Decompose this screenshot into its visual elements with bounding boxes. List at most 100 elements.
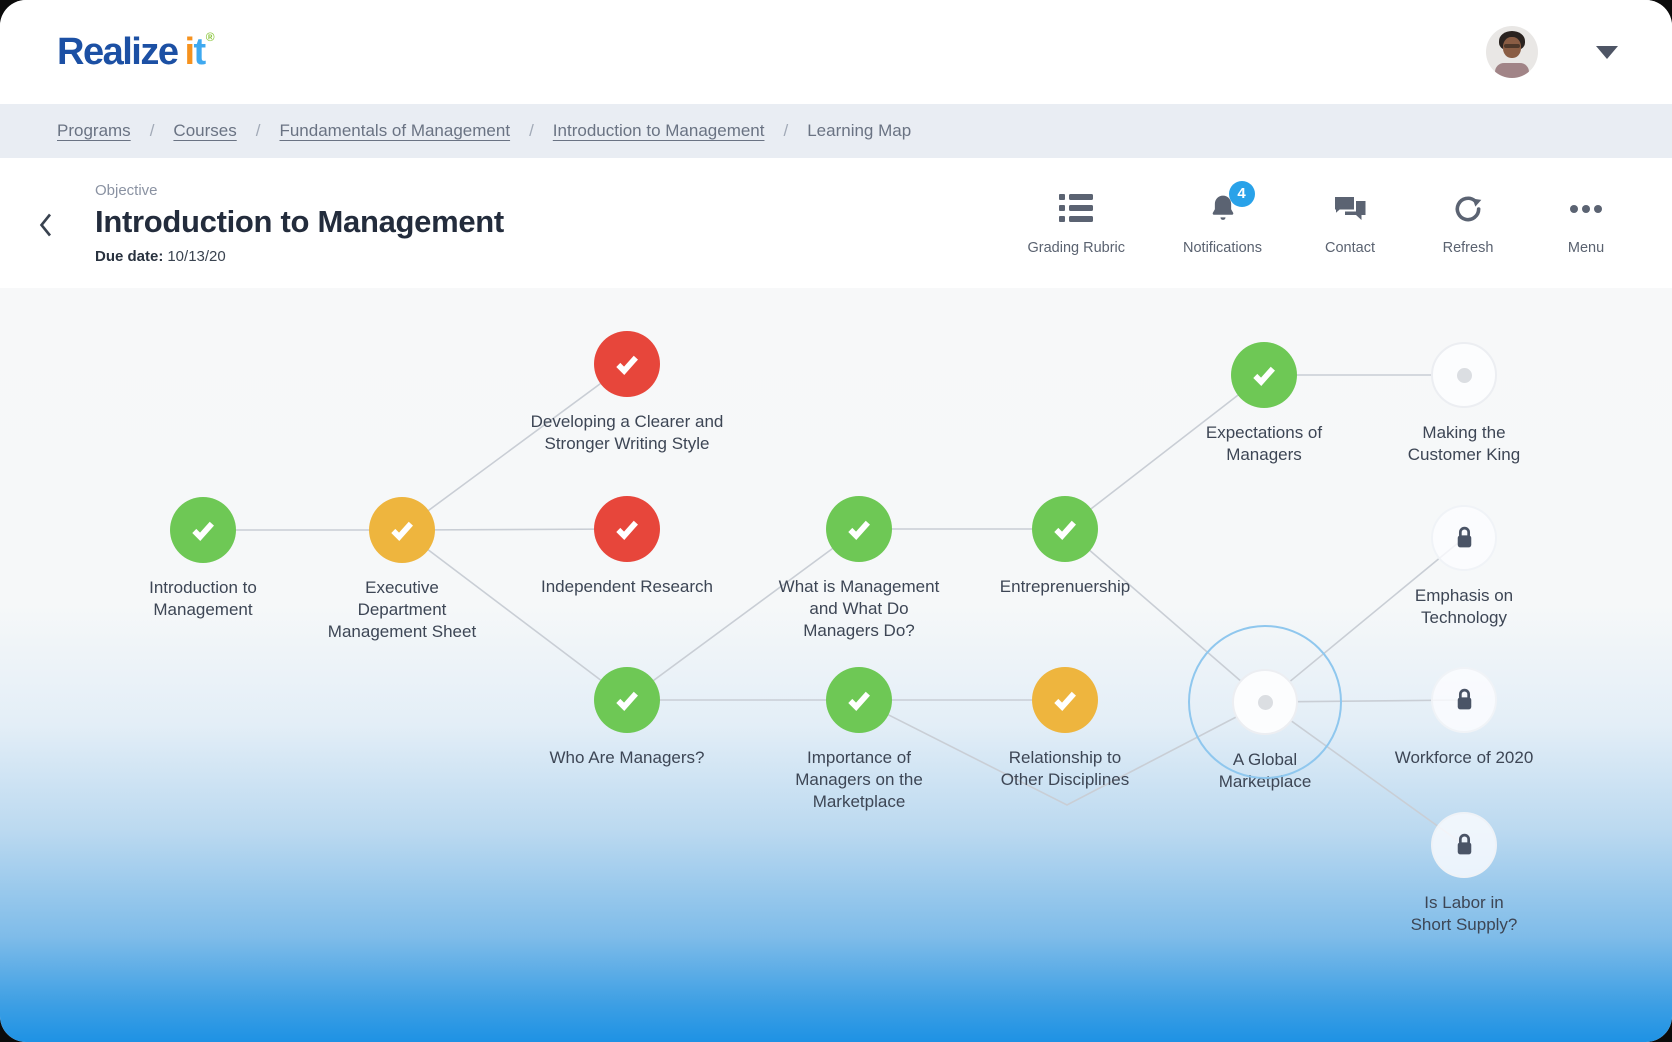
ellipsis-icon: [1570, 191, 1602, 227]
map-node-who: Who Are Managers?: [507, 667, 747, 769]
notifications-label: Notifications: [1183, 240, 1262, 256]
due-date-value: 10/13/20: [167, 248, 225, 265]
contact-label: Contact: [1325, 240, 1375, 256]
logo-word: Realize: [57, 33, 177, 71]
toolbar: Grading Rubric 4 Notifications: [1028, 191, 1617, 256]
breadcrumb-programs[interactable]: Programs: [57, 121, 131, 141]
node-label: Making the Customer King: [1344, 422, 1584, 466]
node-status-circle[interactable]: [1232, 669, 1298, 735]
lock-icon: [1452, 831, 1477, 859]
refresh-label: Refresh: [1443, 240, 1494, 256]
learning-map: Introduction to Management Executive Dep…: [0, 288, 1672, 1042]
node-status-circle[interactable]: [170, 497, 236, 563]
chevron-left-icon: [38, 212, 53, 238]
check-icon: [1245, 356, 1283, 394]
avatar-glasses: [1504, 44, 1520, 48]
node-label: Executive Department Management Sheet: [282, 577, 522, 643]
map-node-what: What is Management and What Do Managers …: [739, 496, 979, 642]
refresh-button[interactable]: Refresh: [1438, 191, 1498, 256]
check-icon: [1046, 510, 1084, 548]
node-label: Is Labor in Short Supply?: [1344, 892, 1584, 936]
breadcrumb-intro-to-management[interactable]: Introduction to Management: [553, 121, 765, 141]
title-group: Objective Introduction to Management Due…: [38, 182, 504, 265]
grading-rubric-label: Grading Rubric: [1028, 240, 1126, 256]
menu-button[interactable]: Menu: [1556, 191, 1616, 256]
dot-icon: [1258, 695, 1273, 710]
node-label: Importance of Managers on the Marketplac…: [739, 747, 979, 813]
node-label: Independent Research: [507, 576, 747, 598]
node-status-circle[interactable]: [826, 667, 892, 733]
breadcrumb-fundamentals[interactable]: Fundamentals of Management: [279, 121, 510, 141]
node-status-circle[interactable]: [594, 667, 660, 733]
node-label: Developing a Clearer and Stronger Writin…: [507, 411, 747, 455]
map-node-developing: Developing a Clearer and Stronger Writin…: [507, 331, 747, 455]
lock-icon: [1452, 524, 1477, 552]
menu-label: Menu: [1568, 240, 1604, 256]
node-status-circle[interactable]: [1431, 505, 1497, 571]
list-icon: [1059, 191, 1093, 227]
caret-down-icon[interactable]: [1596, 46, 1618, 59]
bell-icon: 4: [1207, 191, 1239, 227]
top-header: Realizeit®: [0, 0, 1672, 104]
breadcrumb-separator: /: [150, 121, 155, 141]
node-label: What is Management and What Do Managers …: [739, 576, 979, 642]
logo-t: t: [194, 33, 205, 71]
node-status-circle[interactable]: [826, 496, 892, 562]
objective-header: Objective Introduction to Management Due…: [0, 158, 1672, 288]
breadcrumb-separator: /: [529, 121, 534, 141]
map-node-executive: Executive Department Management Sheet: [282, 497, 522, 643]
map-node-importance: Importance of Managers on the Marketplac…: [739, 667, 979, 813]
breadcrumb-separator: /: [256, 121, 261, 141]
user-area: [1486, 26, 1618, 78]
realizeit-logo[interactable]: Realizeit®: [57, 33, 213, 71]
breadcrumb-separator: /: [783, 121, 788, 141]
refresh-icon: [1452, 191, 1484, 227]
title-text-block: Objective Introduction to Management Due…: [95, 182, 504, 265]
node-label: Entreprenuership: [945, 576, 1185, 598]
check-icon: [840, 510, 878, 548]
breadcrumb-courses[interactable]: Courses: [173, 121, 236, 141]
node-status-circle[interactable]: [1032, 667, 1098, 733]
map-node-islabor: Is Labor in Short Supply?: [1344, 812, 1584, 936]
check-icon: [608, 510, 646, 548]
due-date-label: Due date:: [95, 248, 163, 265]
map-node-independent: Independent Research: [507, 496, 747, 598]
registered-mark: ®: [206, 31, 213, 43]
check-icon: [840, 681, 878, 719]
map-node-emphasis: Emphasis on Technology: [1344, 505, 1584, 629]
node-status-circle[interactable]: [1032, 496, 1098, 562]
check-icon: [184, 511, 222, 549]
notification-badge: 4: [1229, 181, 1255, 207]
check-icon: [608, 345, 646, 383]
node-status-circle[interactable]: [1231, 342, 1297, 408]
check-icon: [383, 511, 421, 549]
node-status-circle[interactable]: [1431, 342, 1497, 408]
node-status-circle[interactable]: [1431, 667, 1497, 733]
objective-kicker: Objective: [95, 182, 504, 199]
breadcrumb-learning-map: Learning Map: [807, 121, 911, 141]
user-avatar[interactable]: [1486, 26, 1538, 78]
notifications-button[interactable]: 4 Notifications: [1183, 191, 1262, 256]
chat-bubbles-icon: [1333, 191, 1367, 227]
check-icon: [1046, 681, 1084, 719]
page-title: Introduction to Management: [95, 204, 504, 240]
check-icon: [608, 681, 646, 719]
back-button[interactable]: [38, 212, 53, 238]
contact-button[interactable]: Contact: [1320, 191, 1380, 256]
node-label: Who Are Managers?: [507, 747, 747, 769]
app-window: Realizeit® Programs / Courses / Fundamen…: [0, 0, 1672, 1042]
logo-i: i: [184, 33, 193, 71]
node-label: Emphasis on Technology: [1344, 585, 1584, 629]
map-node-making: Making the Customer King: [1344, 342, 1584, 466]
node-status-circle[interactable]: [369, 497, 435, 563]
dot-icon: [1457, 368, 1472, 383]
map-node-entreprenuership: Entreprenuership: [945, 496, 1185, 598]
node-status-circle[interactable]: [594, 331, 660, 397]
node-status-circle[interactable]: [594, 496, 660, 562]
node-label: Workforce of 2020: [1344, 747, 1584, 769]
due-date: Due date:10/13/20: [95, 248, 504, 265]
map-node-workforce: Workforce of 2020: [1344, 667, 1584, 769]
avatar-body: [1495, 63, 1529, 78]
node-status-circle[interactable]: [1431, 812, 1497, 878]
grading-rubric-button[interactable]: Grading Rubric: [1028, 191, 1126, 256]
